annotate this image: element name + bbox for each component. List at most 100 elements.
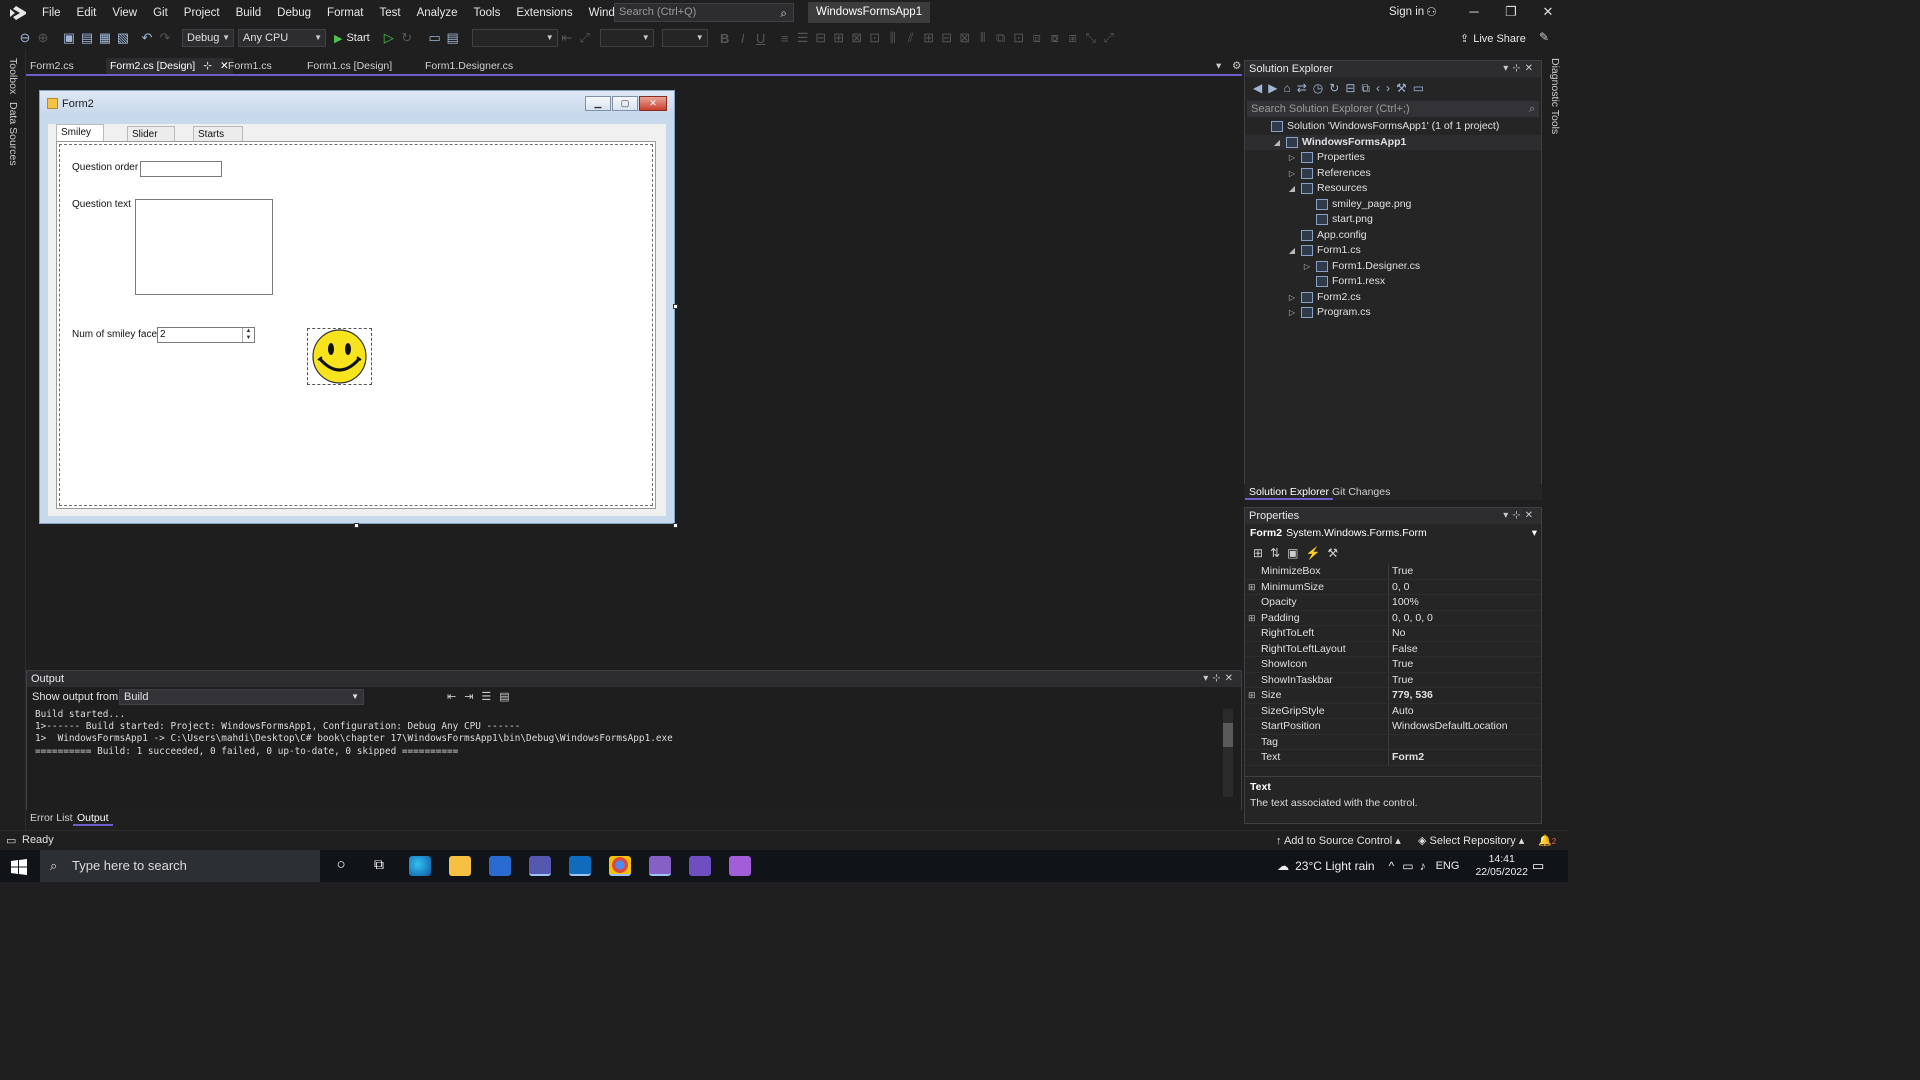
property-pages-icon[interactable]: ⚒	[1327, 546, 1345, 560]
align-icons[interactable]: ⧆	[1064, 30, 1082, 46]
form-maximize-icon[interactable]: ▢	[612, 96, 638, 111]
add-to-source-control[interactable]: ↑ Add to Source Control ▴	[1276, 834, 1401, 847]
data-sources-tab[interactable]: Data Sources	[7, 102, 19, 166]
close-window-icon[interactable]: ✕	[1538, 4, 1558, 20]
menu-build[interactable]: Build	[228, 0, 270, 26]
property-value[interactable]: 100%	[1392, 595, 1419, 611]
tab-form1-design[interactable]: Form1.cs [Design]	[303, 58, 396, 74]
task-view-icon[interactable]: ⧉	[368, 856, 390, 876]
home-icon[interactable]: ⌂	[1283, 81, 1296, 95]
size-select[interactable]: ▼	[599, 29, 654, 47]
undo-icon[interactable]: ↶	[138, 30, 156, 46]
menu-test[interactable]: Test	[371, 0, 408, 26]
menu-tools[interactable]: Tools	[465, 0, 508, 26]
expand-icon[interactable]: ⊞	[1248, 611, 1256, 627]
property-row[interactable]: ShowIcon True	[1245, 657, 1541, 673]
menu-file[interactable]: File	[34, 0, 69, 26]
align-icons[interactable]: ⊟	[938, 30, 956, 46]
tab-solution-explorer[interactable]: Solution Explorer	[1245, 484, 1333, 500]
start-without-debugging-icon[interactable]: ▷	[380, 30, 398, 46]
navigate-forward-icon[interactable]: ⊕	[34, 30, 52, 46]
save-icon[interactable]: ▦	[96, 30, 114, 46]
align-icons[interactable]: ⊠	[956, 30, 974, 46]
tree-item[interactable]: ◢ Form1.cs	[1245, 243, 1541, 259]
num-smiley-stepper[interactable]: 2 ▲ ▼	[157, 327, 255, 343]
property-row[interactable]: Tag	[1245, 734, 1541, 750]
align-icons[interactable]: ⤡	[1082, 30, 1100, 46]
tab-git-changes[interactable]: Git Changes	[1328, 484, 1394, 500]
property-row[interactable]: ⊞ MinimumSize 0, 0	[1245, 579, 1541, 596]
configuration-select[interactable]: Debug ▼	[182, 29, 234, 47]
feedback-icon[interactable]: ✎	[1539, 30, 1549, 44]
property-value[interactable]: True	[1392, 657, 1413, 673]
clock[interactable]: 14:41 22/05/2022	[1475, 853, 1528, 879]
format-icon[interactable]: ⇤	[558, 30, 576, 46]
select-repository[interactable]: ◈ Select Repository ▴	[1418, 834, 1524, 847]
store-icon[interactable]	[489, 856, 511, 876]
align-icons[interactable]: ⊞	[830, 30, 848, 46]
tray-overflow-icon[interactable]: ^	[1389, 859, 1395, 873]
menu-git[interactable]: Git	[145, 0, 176, 26]
property-row[interactable]: RightToLeft No	[1245, 626, 1541, 642]
question-text-input[interactable]	[135, 199, 273, 295]
expand-icon[interactable]: ⊞	[1248, 688, 1256, 704]
expander-icon[interactable]: ◢	[1287, 181, 1297, 197]
tree-item[interactable]: Solution 'WindowsFormsApp1' (1 of 1 proj…	[1245, 119, 1541, 135]
volume-icon[interactable]: ♪	[1420, 859, 1426, 873]
taskbar-search-input[interactable]: ⌕ Type here to search	[40, 850, 320, 882]
align-icons[interactable]: ⫽	[902, 30, 920, 46]
output-toolbar-icons[interactable]: ⇤⇥☰▤	[447, 687, 518, 707]
expander-icon[interactable]: ▷	[1287, 305, 1297, 321]
font-select[interactable]: ▼	[471, 29, 558, 47]
refresh-icon[interactable]: ↻	[1329, 81, 1345, 95]
form-minimize-icon[interactable]: ▁	[585, 96, 611, 111]
cortana-icon[interactable]: ○	[330, 856, 352, 876]
redo-icon[interactable]: ↷	[156, 30, 174, 46]
property-row[interactable]: Text Form2	[1245, 750, 1541, 766]
switch-views-icon[interactable]: ⇄	[1297, 81, 1313, 95]
align-icons[interactable]: ≡	[776, 31, 794, 46]
solution-search-input[interactable]: Search Solution Explorer (Ctrl+;) ⌕	[1247, 101, 1539, 117]
tree-item[interactable]: ▷ Properties	[1245, 150, 1541, 166]
property-value[interactable]: No	[1392, 626, 1405, 642]
resize-handle[interactable]	[673, 304, 678, 309]
align-icons[interactable]: ⊠	[848, 30, 866, 46]
property-value[interactable]: True	[1392, 564, 1413, 580]
alphabetical-icon[interactable]: ⇅	[1270, 546, 1287, 560]
events-icon[interactable]: ⚡	[1305, 546, 1327, 560]
scroll-thumb[interactable]	[1223, 723, 1233, 747]
property-object-select[interactable]: Form2 System.Windows.Forms.Form ▾	[1245, 524, 1541, 542]
outlook-icon[interactable]	[569, 856, 591, 876]
property-row[interactable]: ShowInTaskbar True	[1245, 672, 1541, 689]
property-value[interactable]: Auto	[1392, 704, 1414, 720]
properties-icon[interactable]: ▣	[1287, 546, 1305, 560]
save-all-icon[interactable]: ▧	[114, 30, 132, 46]
property-row[interactable]: RightToLeftLayout False	[1245, 641, 1541, 657]
tree-item[interactable]: ▷ Form2.cs	[1245, 290, 1541, 306]
bold-icon[interactable]: B	[716, 31, 734, 46]
smiley-picturebox[interactable]	[307, 328, 372, 385]
menu-debug[interactable]: Debug	[269, 0, 319, 26]
expander-icon[interactable]: ▷	[1287, 150, 1297, 166]
weather-text[interactable]: 23°C Light rain	[1295, 859, 1375, 873]
property-row[interactable]: StartPosition WindowsDefaultLocation	[1245, 719, 1541, 735]
start-button[interactable]: ▶ Start	[334, 32, 370, 45]
resize-handle[interactable]	[354, 523, 359, 528]
tab-smiley-question[interactable]: Smiley question	[56, 124, 104, 153]
menu-extensions[interactable]: Extensions	[508, 0, 580, 26]
align-icons[interactable]: ⫴	[974, 30, 992, 46]
notifications-icon[interactable]: 🔔2	[1538, 834, 1556, 847]
expander-icon[interactable]: ▷	[1287, 290, 1297, 306]
windows-start-icon[interactable]	[11, 859, 27, 875]
expand-icon[interactable]: ⊞	[1248, 580, 1256, 596]
property-row[interactable]: ⊞ Padding 0, 0, 0, 0	[1245, 610, 1541, 627]
tab-slider-question[interactable]: Slider question	[127, 126, 175, 155]
panel-controls-icon[interactable]: ▾⊹✕	[1503, 508, 1537, 524]
property-value[interactable]: True	[1392, 673, 1413, 689]
sign-in-link[interactable]: Sign in	[1389, 6, 1424, 18]
property-row[interactable]: Opacity 100%	[1245, 595, 1541, 611]
tab-form2-cs[interactable]: Form2.cs	[26, 58, 78, 74]
italic-icon[interactable]: I	[734, 31, 752, 46]
edge-icon[interactable]	[409, 856, 431, 876]
menu-project[interactable]: Project	[176, 0, 228, 26]
